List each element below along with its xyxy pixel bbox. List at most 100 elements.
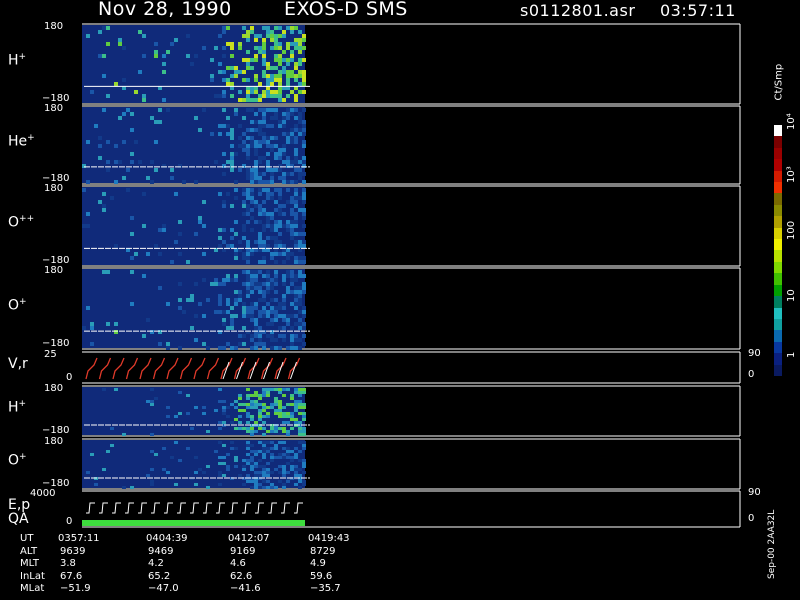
spectrogram-cell	[250, 282, 254, 286]
spectrogram-cell	[218, 388, 222, 391]
spectrogram-cell	[98, 136, 102, 140]
spectrogram-cell	[270, 388, 274, 391]
spectrogram-cell	[242, 468, 246, 471]
spectrogram-cell	[242, 58, 246, 62]
spectrogram-cell	[154, 140, 158, 144]
spectrogram-cell	[194, 282, 198, 286]
spectrogram-cell	[162, 164, 166, 168]
spectrogram-cell	[86, 34, 90, 38]
spectrogram-cell	[262, 90, 266, 94]
spectrogram-cell	[158, 120, 162, 124]
spectrogram-cell	[274, 240, 278, 244]
footer-value: 3.8	[60, 558, 76, 569]
spectrogram-cell	[254, 302, 258, 306]
spectrogram-cell	[222, 200, 226, 204]
spectrogram-cell	[294, 278, 298, 282]
spectrogram-cell	[290, 212, 294, 216]
spectrogram-cell	[274, 136, 278, 140]
spectrogram-cell	[262, 70, 266, 74]
spectrogram-cell	[206, 465, 210, 468]
spectrogram-cell	[246, 474, 250, 477]
spectrogram-cell	[274, 38, 278, 42]
spectrogram-cell	[210, 74, 214, 78]
spectrogram-cell	[242, 306, 246, 310]
spectrogram-cell	[278, 314, 282, 318]
energy-sweep-trace	[86, 502, 95, 514]
colorbar-step	[774, 330, 782, 342]
spectrogram-cell	[238, 397, 242, 400]
spectrogram-cell	[266, 124, 270, 128]
spectrogram-cell	[258, 156, 262, 160]
spectrogram-cell	[298, 58, 302, 62]
spectrogram-cell	[214, 94, 218, 98]
spectrogram-cell	[202, 412, 206, 415]
spectrogram-cell	[186, 34, 190, 38]
spectrogram-cell	[234, 298, 238, 302]
spectrogram-cell	[254, 430, 258, 433]
spectrogram-cell	[246, 220, 250, 224]
spectrogram-cell	[262, 391, 266, 394]
spectrogram-cell	[246, 394, 250, 397]
spectrogram-cell	[270, 94, 274, 98]
spectrogram-cell	[294, 346, 298, 350]
spectrogram-cell	[242, 132, 246, 136]
colorbar-step	[774, 239, 782, 251]
spectrogram-cell	[250, 465, 254, 468]
spectrogram-cell	[262, 480, 266, 483]
spectrogram-cell	[270, 176, 274, 180]
spectrogram-cell	[262, 212, 266, 216]
spectrogram-cell	[294, 334, 298, 338]
spectrogram-cell	[294, 391, 298, 394]
spectrogram-cell	[302, 144, 306, 148]
spectrogram-cell	[274, 228, 278, 232]
spectrogram-cell	[210, 282, 214, 286]
spectrogram-cell	[238, 421, 242, 424]
spectrogram-cell	[246, 441, 250, 444]
footer-value: 9639	[60, 545, 86, 557]
spectrogram-cell	[278, 346, 282, 350]
footer-value: 0419:43	[308, 533, 350, 544]
spectrogram-cell	[282, 453, 286, 456]
spectrogram-cell	[230, 326, 234, 330]
spectrogram-cell	[286, 322, 290, 326]
spectrogram-cell	[294, 188, 298, 192]
panel-label-2: O++	[8, 214, 35, 231]
spectrogram-cell	[178, 306, 182, 310]
spectrogram-cell	[290, 208, 294, 212]
spectrogram-cell	[254, 474, 258, 477]
spectrogram-cell	[254, 240, 258, 244]
spectrogram-cell	[146, 474, 150, 477]
spectrogram-cell	[246, 252, 250, 256]
spectrogram-cell	[114, 160, 118, 164]
colorbar-label: 10⁴	[786, 113, 797, 130]
spectrogram-cell	[298, 30, 302, 34]
spectrogram-cell	[246, 108, 250, 112]
spectrogram-cell	[266, 486, 270, 489]
spectrogram-cell	[294, 471, 298, 474]
spectrogram-cell	[194, 116, 198, 120]
panel-top-tick-3: 180	[44, 265, 64, 276]
colorbar-step	[774, 296, 782, 308]
spectrogram-cell	[222, 124, 226, 128]
spectrogram-cell	[238, 70, 242, 74]
spectrogram-cell	[174, 441, 178, 444]
spectrogram-cell	[246, 480, 250, 483]
spectrogram-cell	[246, 290, 250, 294]
spectrogram-cell	[162, 447, 166, 450]
spectrogram-cell	[298, 338, 302, 342]
spectrogram-cell	[298, 70, 302, 74]
spectrogram-cell	[234, 108, 238, 112]
spectrogram-cell	[166, 342, 170, 346]
spectrogram-cell	[254, 58, 258, 62]
spectrogram-cell	[254, 421, 258, 424]
spectrogram-cell	[110, 444, 114, 447]
spectrogram-cell	[266, 164, 270, 168]
spectrogram-cell	[222, 444, 226, 447]
spectrogram-cell	[298, 240, 302, 244]
spectrogram-cell	[262, 46, 266, 50]
spectrogram-cell	[258, 128, 262, 132]
spectrogram-cell	[102, 192, 106, 196]
panel-right-bottom-7: 0	[748, 513, 755, 524]
spectrogram-cell	[278, 244, 282, 248]
spectrogram-cell	[266, 140, 270, 144]
